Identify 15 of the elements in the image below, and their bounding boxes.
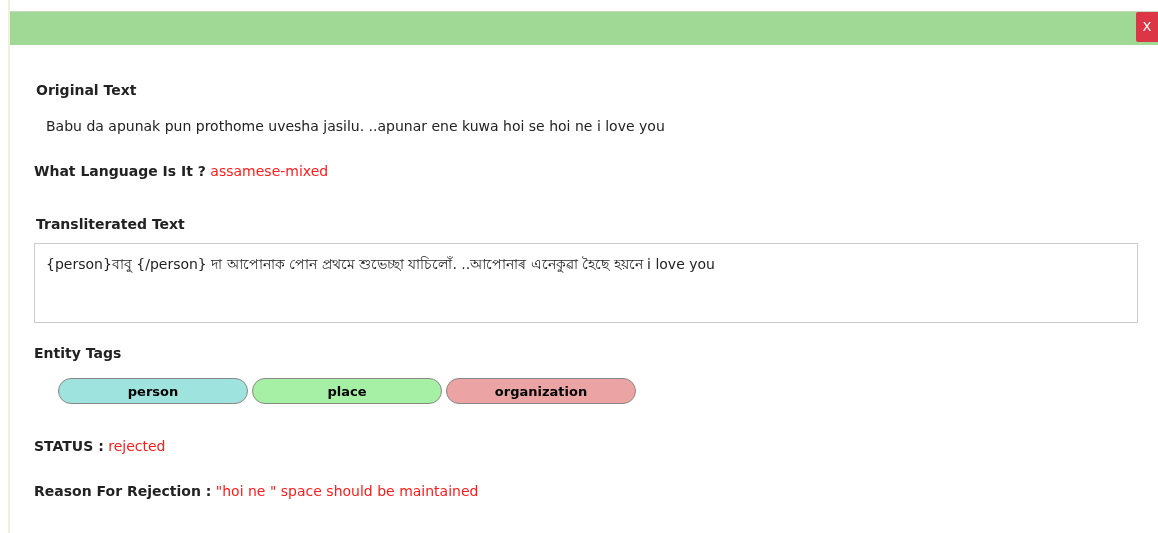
tag-button[interactable]: person [58,378,248,404]
status-value: rejected [108,438,166,454]
rejection-label: Reason For Rejection : [34,483,212,499]
section-label: Entity Tags [34,345,122,361]
transliterated-text-field[interactable]: {person}বাবু {/person} দা আপোনাক পোন প্ৰথমে শুভেচ্ছা যাচিলোঁ. ..আপোনাৰ এনেকুৱা হৈছে হয়নে i love you [34,243,1138,323]
tag-button[interactable]: place [252,378,442,404]
language-value: assamese-mixed [210,163,329,179]
close-button[interactable]: X [1136,12,1158,42]
language-label: What Language Is It ? [34,163,206,179]
rejection-reason: "hoi ne " space should be maintained [215,483,479,499]
tag-button[interactable]: organization [446,378,636,404]
section-label: Transliterated Text [36,216,185,232]
status-label: STATUS : [34,438,104,454]
section-label: Original Text [36,82,137,98]
original-text: Babu da apunak pun prothome uvesha jasilu. ..apunar ene kuwa hoi se hoi ne i love you [46,118,665,134]
